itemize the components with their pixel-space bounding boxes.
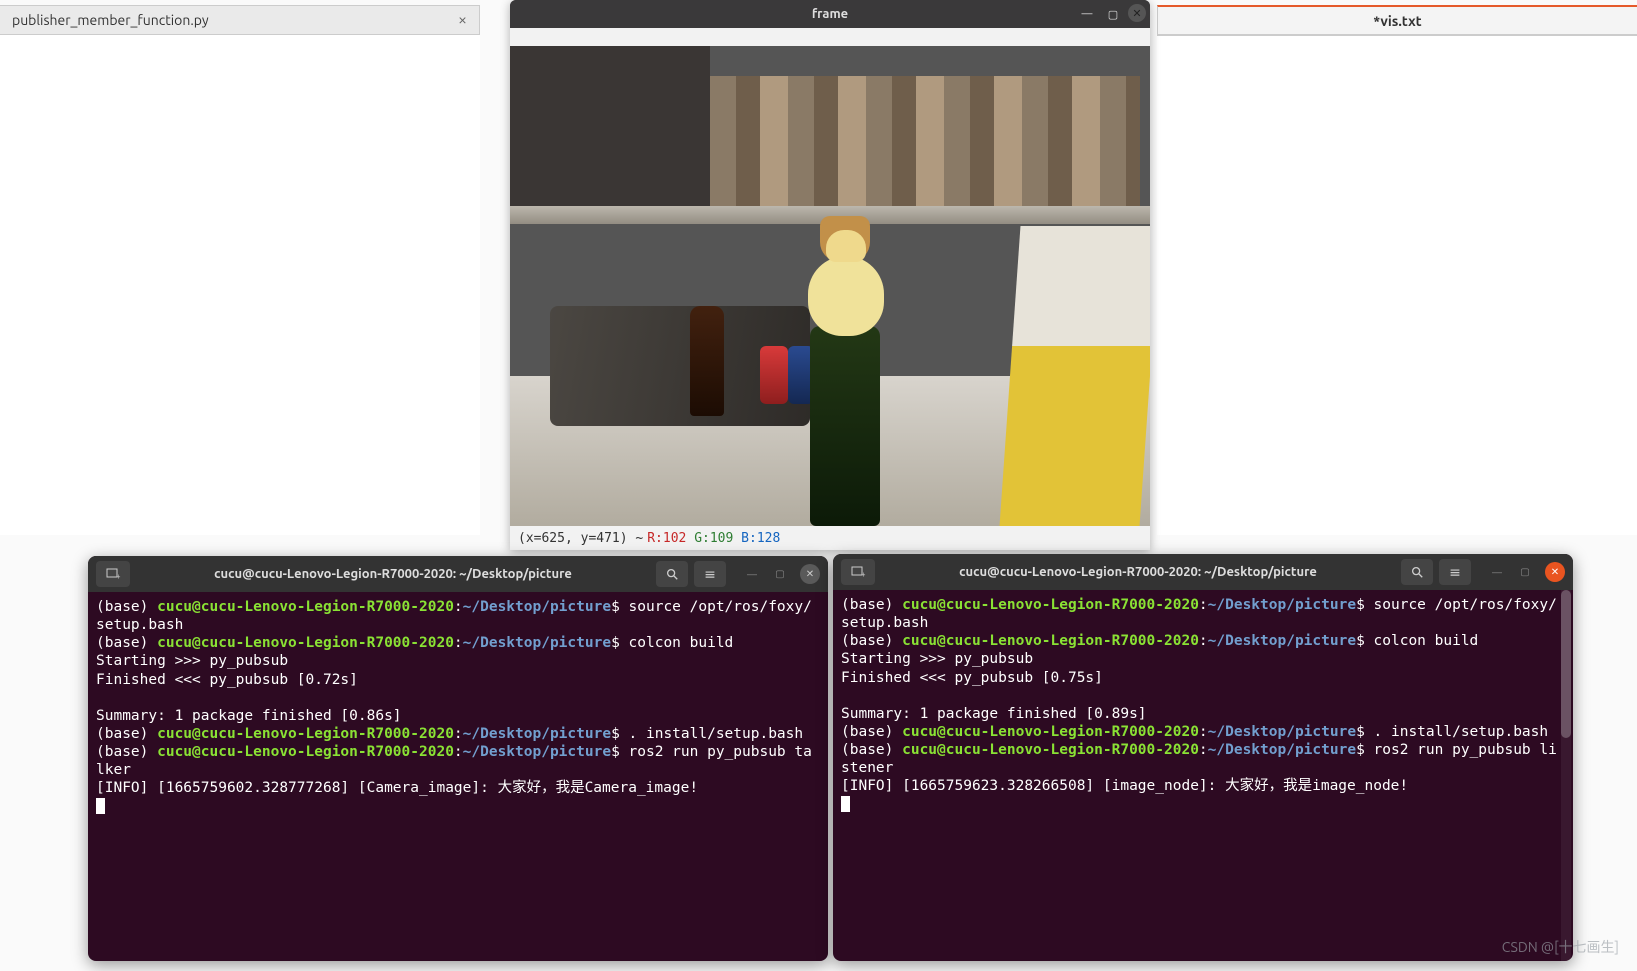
minimize-icon[interactable]: — — [1489, 564, 1505, 580]
editor-tab-left[interactable]: publisher_member_function.py × — [0, 5, 480, 35]
terminal-right-title: cucu@cucu-Lenovo-Legion-R7000-2020: ~/De… — [883, 565, 1393, 579]
svg-text:+: + — [116, 572, 121, 581]
prompt-env: (base) — [96, 599, 157, 615]
terminal-command: colcon build — [629, 635, 734, 651]
terminal-output: [INFO] [1665759602.328777268] [Camera_im… — [96, 780, 698, 796]
svg-text:+: + — [861, 570, 866, 579]
editor-body-right — [1157, 35, 1637, 535]
frame-title: frame — [812, 7, 848, 21]
pixel-g: G:109 — [694, 531, 733, 546]
frame-titlebar[interactable]: frame — ▢ ✕ — [510, 0, 1150, 28]
terminal-left-titlebar[interactable]: + cucu@cucu-Lenovo-Legion-R7000-2020: ~/… — [88, 556, 828, 592]
terminal-right: + cucu@cucu-Lenovo-Legion-R7000-2020: ~/… — [833, 554, 1573, 961]
terminal-left-body[interactable]: (base) cucu@cucu-Lenovo-Legion-R7000-202… — [88, 592, 828, 961]
maximize-icon[interactable]: ▢ — [772, 566, 788, 582]
close-icon[interactable]: ✕ — [800, 564, 820, 584]
prompt-user: cucu@cucu-Lenovo-Legion-R7000-2020 — [902, 597, 1199, 613]
terminal-left-title: cucu@cucu-Lenovo-Legion-R7000-2020: ~/De… — [138, 567, 648, 581]
prompt-colon: : — [1199, 597, 1208, 613]
prompt-dollar: $ — [611, 599, 628, 615]
terminal-right-titlebar[interactable]: + cucu@cucu-Lenovo-Legion-R7000-2020: ~/… — [833, 554, 1573, 590]
cursor-icon — [96, 798, 105, 814]
terminal-output: Summary: 1 package finished [0.89s] — [841, 706, 1147, 722]
terminal-command: . install/setup.bash — [1374, 724, 1549, 740]
camera-feed-image — [510, 46, 1150, 526]
terminal-command: colcon build — [1374, 633, 1479, 649]
prompt-env: (base) — [841, 597, 902, 613]
terminal-output: Finished <<< py_pubsub [0.72s] — [96, 672, 358, 688]
terminal-output: [INFO] [1665759623.328266508] [image_nod… — [841, 778, 1408, 794]
new-tab-icon[interactable]: + — [841, 559, 875, 585]
close-icon[interactable]: ✕ — [1545, 562, 1565, 582]
scrollbar[interactable] — [1561, 590, 1571, 961]
cursor-icon — [841, 796, 850, 812]
prompt-path: ~/Desktop/picture — [463, 599, 611, 615]
prompt-user: cucu@cucu-Lenovo-Legion-R7000-2020 — [157, 599, 454, 615]
editor-tab-right-title: *vis.txt — [1373, 13, 1421, 29]
maximize-icon[interactable]: ▢ — [1102, 4, 1124, 24]
prompt-path: ~/Desktop/picture — [1208, 597, 1356, 613]
frame-status-bar: (x=625, y=471) ~ R:102 G:109 B:128 — [510, 526, 1150, 550]
close-icon[interactable]: ✕ — [1128, 4, 1146, 22]
terminal-output: Finished <<< py_pubsub [0.75s] — [841, 670, 1103, 686]
prompt-colon: : — [454, 599, 463, 615]
terminal-command: . install/setup.bash — [629, 726, 804, 742]
new-tab-icon[interactable]: + — [96, 561, 130, 587]
minimize-icon[interactable]: — — [744, 566, 760, 582]
menu-icon[interactable]: ≡ — [694, 561, 726, 587]
editor-tab-left-title: publisher_member_function.py — [12, 12, 209, 28]
pixel-r: R:102 — [647, 531, 686, 546]
pixel-b: B:128 — [741, 531, 780, 546]
maximize-icon[interactable]: ▢ — [1517, 564, 1533, 580]
watermark: CSDN @[十七画生] — [1502, 937, 1619, 957]
close-icon[interactable]: × — [458, 11, 467, 29]
terminal-right-body[interactable]: (base) cucu@cucu-Lenovo-Legion-R7000-202… — [833, 590, 1573, 961]
search-icon[interactable] — [656, 561, 688, 587]
editor-body-left — [0, 35, 480, 535]
terminal-output: Starting >>> py_pubsub — [96, 653, 288, 669]
minimize-icon[interactable]: — — [1076, 4, 1098, 24]
menu-icon[interactable]: ≡ — [1439, 559, 1471, 585]
frame-window: frame — ▢ ✕ (x=625, y=471) ~ R:102 G:109 — [510, 0, 1150, 550]
prompt-dollar: $ — [1356, 597, 1373, 613]
pixel-coord: (x=625, y=471) ~ — [518, 531, 643, 546]
terminal-output: Summary: 1 package finished [0.86s] — [96, 708, 402, 724]
terminal-output: Starting >>> py_pubsub — [841, 651, 1033, 667]
scrollbar-thumb[interactable] — [1561, 590, 1571, 738]
editor-tab-right[interactable]: *vis.txt — [1157, 5, 1637, 35]
frame-canvas: (x=625, y=471) ~ R:102 G:109 B:128 — [510, 28, 1150, 550]
terminal-left: + cucu@cucu-Lenovo-Legion-R7000-2020: ~/… — [88, 556, 828, 961]
search-icon[interactable] — [1401, 559, 1433, 585]
